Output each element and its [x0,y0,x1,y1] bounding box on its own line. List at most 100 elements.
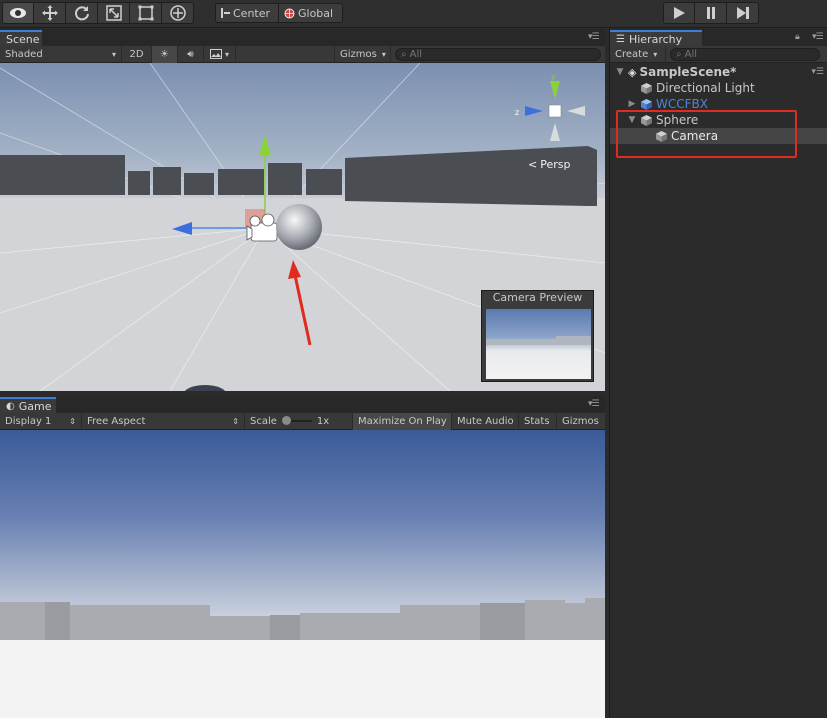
transform-tool-button[interactable] [162,2,194,24]
lock-icon[interactable]: 🔒︎ [795,32,800,42]
gizmos-label: Gizmos [340,48,377,60]
eye-icon [10,8,26,18]
rect-tool-button[interactable] [130,2,162,24]
sun-icon: ☀ [160,48,169,60]
scene-panel-menu-icon[interactable]: ▾☰ [588,32,600,42]
game-gizmos-toggle[interactable]: Gizmos [557,413,605,430]
transform-tools [2,2,194,24]
game-tab-label: Game [18,399,52,413]
hierarchy-search-wrap: ⌕ All [666,47,824,61]
expand-arrow-icon[interactable]: ▼ [614,67,626,77]
scene-tabbar: Scene ▾☰ [0,29,605,47]
main-toolbar: Center Global [0,0,827,28]
unity-logo-icon: ◈ [628,65,637,79]
list-icon: ☰ [616,33,625,45]
pivot-space-toggle[interactable]: Global [279,3,343,23]
tab-scene[interactable]: Scene [0,30,42,47]
create-dropdown[interactable]: Create ▾ [610,45,666,63]
aspect-dropdown[interactable]: Free Aspect ⇕ [82,412,245,430]
search-icon: ⌕ [401,48,407,60]
shading-mode-value: Shaded [5,48,43,60]
prefab-cube-icon [641,98,652,110]
effects-dropdown[interactable]: ▾ [204,45,236,63]
scale-slider-thumb[interactable] [281,416,291,425]
game-gizmos-label: Gizmos [562,415,599,427]
hierarchy-item-sphere[interactable]: ▼ Sphere [610,112,827,128]
camera-preview-image [486,309,591,379]
scale-label: Scale [250,415,277,427]
camera-preview-render [486,336,591,345]
2d-label: 2D [129,48,144,60]
globe-icon [284,8,295,18]
gameobject-cube-icon [656,130,667,142]
tab-game[interactable]: ◐ Game [0,397,56,414]
tab-hierarchy[interactable]: ☰ Hierarchy [610,30,702,47]
expand-arrow-icon[interactable]: ▼ [626,115,638,125]
scale-control: Scale 1x [245,412,353,430]
scale-icon [105,5,122,21]
scene-control-bar: Shaded ▾ 2D ☀ 🔊︎ ▾ Gizmos ▾ ⌕ All [0,45,605,63]
dropdown-arrow-icon: ▾ [111,49,116,59]
dropdown-arrow-icon: ▾ [653,49,658,59]
audio-toggle[interactable]: 🔊︎ [178,45,204,63]
pivot-center-toggle[interactable]: Center [215,3,279,23]
game-ground [0,640,605,718]
game-panel-menu-icon[interactable]: ▾☰ [588,399,600,409]
game-control-bar: Display 1 ⇕ Free Aspect ⇕ Scale 1x Maxim… [0,412,605,430]
hierarchy-search-input[interactable]: ⌕ All [670,47,820,61]
hierarchy-item-label: Directional Light [656,81,755,95]
play-button[interactable] [663,2,695,24]
hierarchy-search-placeholder: All [684,48,698,60]
maximize-on-play-toggle[interactable]: Maximize On Play [353,412,452,430]
hand-tool-button[interactable] [2,2,34,24]
sphere-object [276,204,322,250]
pivot-label: Center [233,6,271,20]
2d-toggle[interactable]: 2D [122,45,152,63]
scene-menu-icon[interactable]: ▾☰ [811,67,824,77]
hierarchy-item-label: Sphere [656,113,699,127]
projection-toggle[interactable]: < Persp [528,158,570,171]
scene-tab-label: Scene [6,32,40,46]
play-controls [663,2,759,24]
scene-root-row[interactable]: ▼ ◈ SampleScene* ▾☰ [610,64,827,80]
camera-preview-panel: Camera Preview [481,290,594,382]
mute-audio-toggle[interactable]: Mute Audio [452,412,519,430]
step-button[interactable] [727,2,759,24]
hierarchy-panel-menu-icon[interactable]: ▾☰ [812,32,824,42]
pause-button[interactable] [695,2,727,24]
scene-search-wrap: ⌕ All [391,47,605,61]
hierarchy-item-directional-light[interactable]: Directional Light [610,80,827,96]
stats-toggle[interactable]: Stats [519,412,557,430]
create-label: Create [615,48,649,60]
rotate-tool-button[interactable] [66,2,98,24]
transform-combo-icon [169,5,186,21]
rotate-icon [74,6,89,21]
lighting-toggle[interactable]: ☀ [152,45,178,63]
gameobject-cube-icon [641,82,652,94]
scale-value: 1x [316,415,330,427]
maximize-label: Maximize On Play [358,415,447,427]
scene-gizmos-dropdown[interactable]: Gizmos ▾ [334,45,391,63]
image-icon [209,49,222,59]
hierarchy-item-label: WCCFBX [656,97,708,111]
game-viewport[interactable] [0,430,605,718]
scale-tool-button[interactable] [98,2,130,24]
shading-mode-dropdown[interactable]: Shaded ▾ [0,45,122,63]
mute-label: Mute Audio [457,415,514,427]
collapse-arrow-icon[interactable]: ▶ [626,99,638,109]
scene-name: SampleScene* [639,65,737,79]
hierarchy-item-wccfbx[interactable]: ▶ WCCFBX [610,96,827,112]
display-dropdown[interactable]: Display 1 ⇕ [0,412,82,430]
gameobject-cube-icon [641,114,652,126]
orientation-gizmo[interactable]: y z [515,71,595,151]
move-tool-button[interactable] [34,2,66,24]
scene-viewport[interactable]: y z < Persp Camera Preview [0,63,605,391]
scale-slider[interactable] [281,416,312,426]
scene-search-input[interactable]: ⌕ All [395,47,601,61]
rect-transform-icon [138,5,153,21]
dropdown-arrow-icon: ▾ [224,49,229,59]
aspect-value: Free Aspect [87,415,146,427]
hierarchy-item-camera[interactable]: Camera [610,128,827,144]
dropdown-arrow-icon: ⇕ [69,416,76,426]
hierarchy-control-bar: Create ▾ ⌕ All [610,45,827,63]
